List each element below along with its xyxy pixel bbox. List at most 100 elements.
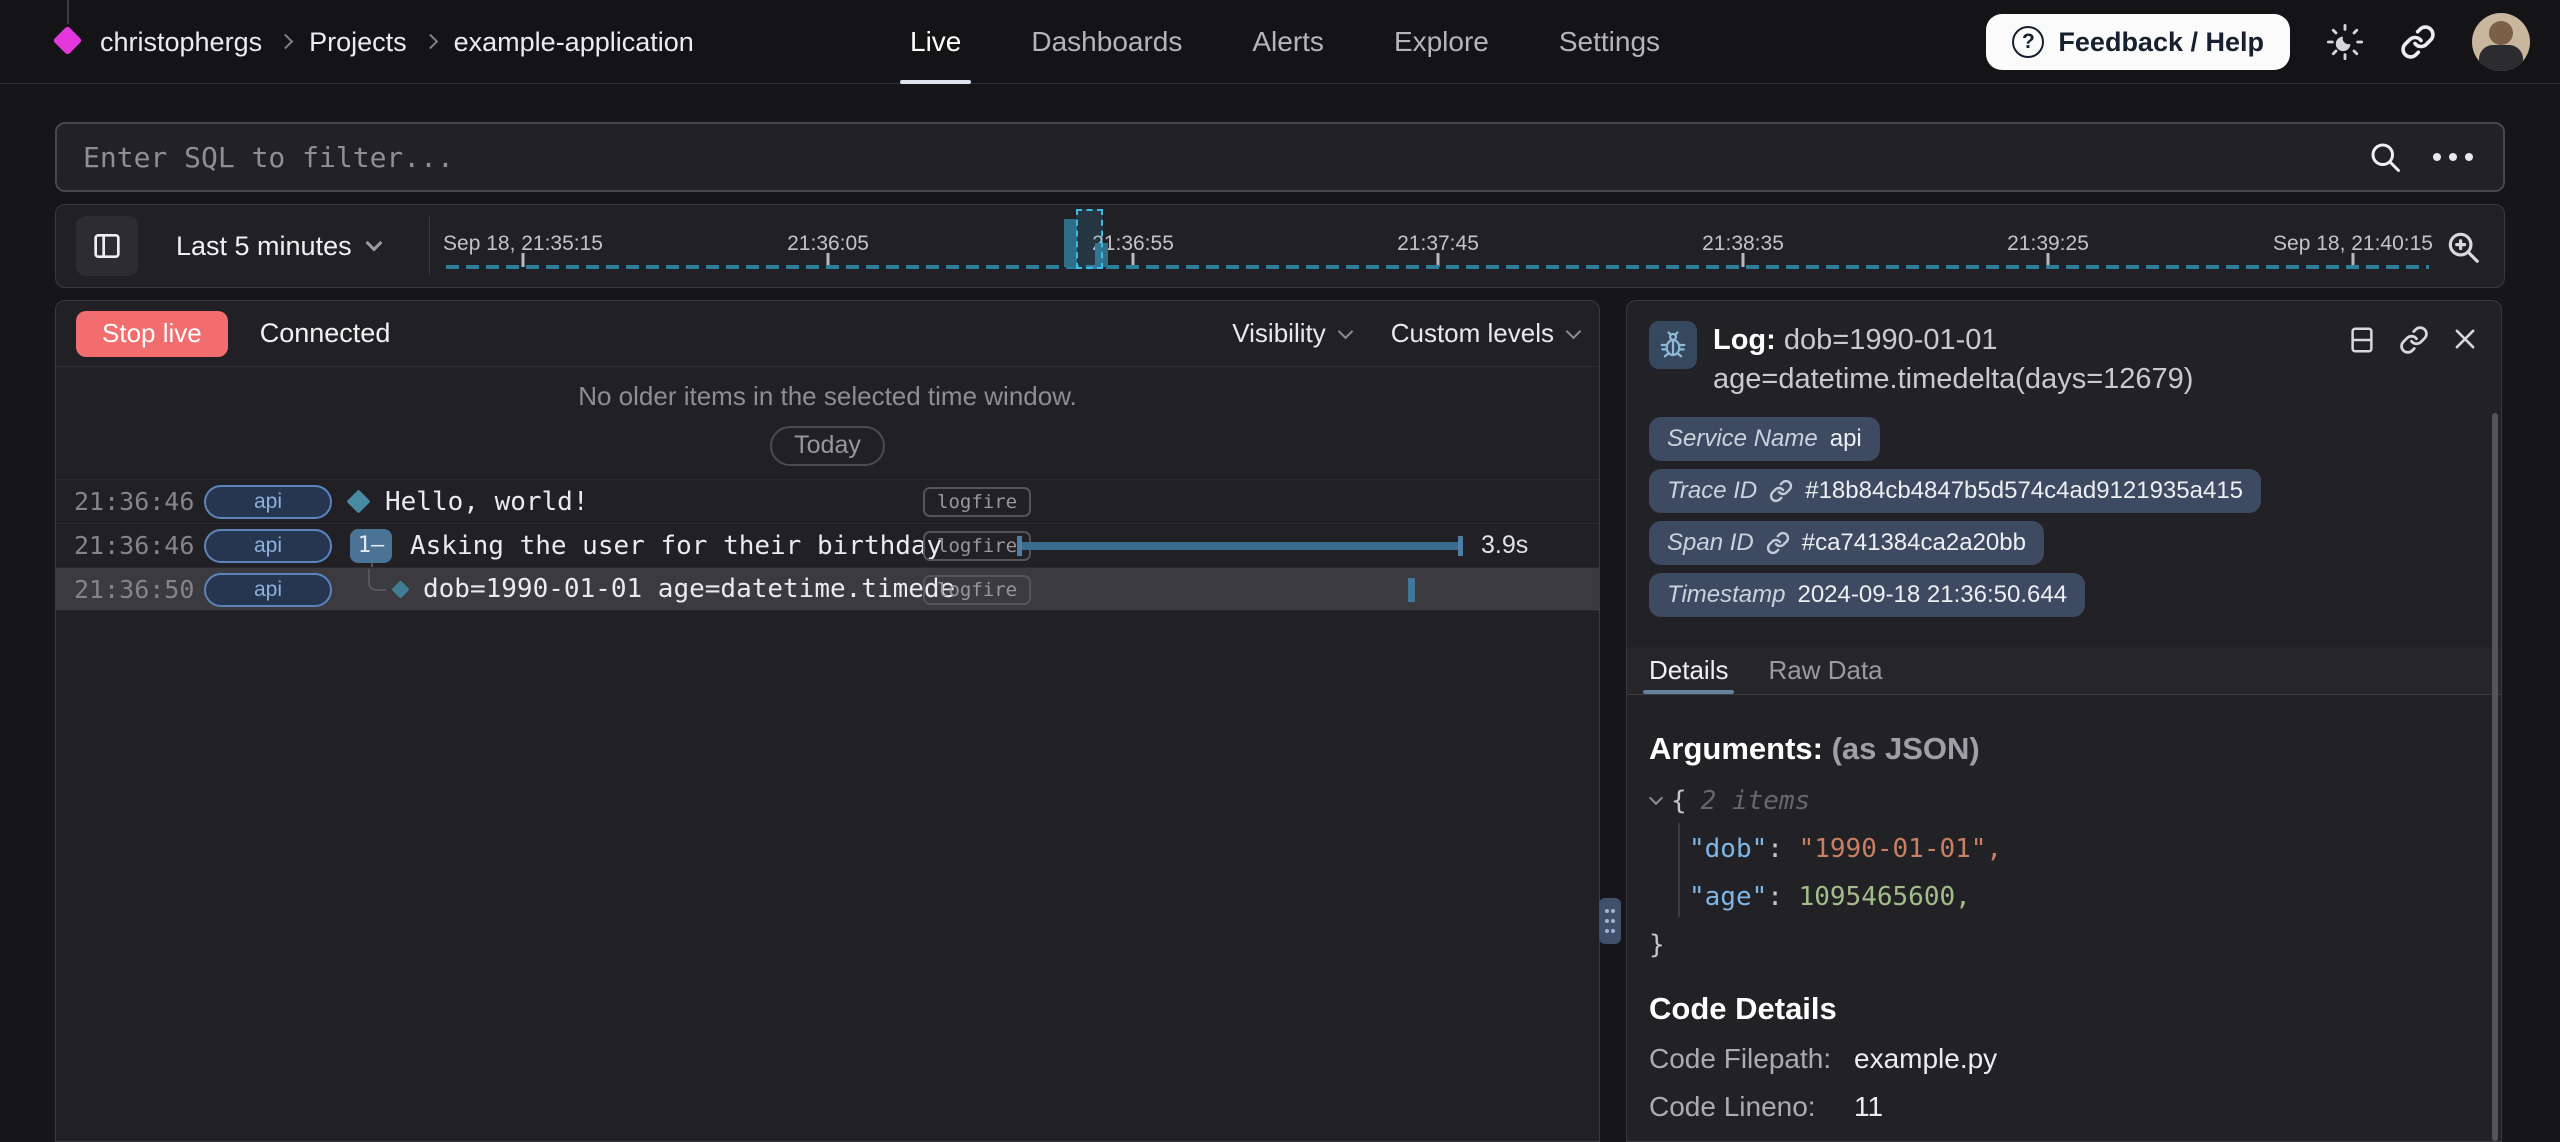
copy-link-button[interactable] xyxy=(2399,325,2429,355)
span-id-pill[interactable]: Span ID #ca741384ca2a20bb xyxy=(1649,521,2044,565)
json-open-line: {2 items xyxy=(1649,777,2479,825)
live-panel-header: Stop live Connected Visibility Custom le… xyxy=(56,301,1599,367)
json-open-brace: { xyxy=(1671,786,1687,816)
log-row-hello-world[interactable]: 21:36:46 api Hello, world! logfire xyxy=(56,479,1599,523)
visibility-dropdown[interactable]: Visibility xyxy=(1232,318,1350,349)
json-close-brace: } xyxy=(1649,930,1665,960)
logfire-tag[interactable]: logfire xyxy=(923,575,1031,605)
collapse-children-badge[interactable]: 1– xyxy=(350,529,392,563)
panel-splitter-grip[interactable] xyxy=(1599,898,1621,944)
close-details-button[interactable] xyxy=(2451,325,2479,353)
breadcrumb-project-name[interactable]: example-application xyxy=(454,27,694,58)
pill-value: api xyxy=(1830,425,1862,453)
details-scrollbar[interactable] xyxy=(2492,413,2498,1141)
code-filepath-value: example.py xyxy=(1854,1043,1997,1075)
custom-levels-label: Custom levels xyxy=(1391,318,1554,349)
timestamp-pill[interactable]: Timestamp 2024-09-18 21:36:50.644 xyxy=(1649,573,2085,617)
collapse-chevron-icon[interactable] xyxy=(1649,791,1663,805)
tab-details[interactable]: Details xyxy=(1649,647,1728,694)
link-icon xyxy=(1769,479,1793,503)
sun-moon-icon xyxy=(2326,23,2364,61)
logfire-tag[interactable]: logfire xyxy=(923,487,1031,517)
divider xyxy=(429,217,430,275)
code-details-heading: Code Details xyxy=(1649,991,2479,1027)
code-filepath-row: Code Filepath: example.py xyxy=(1649,1043,2479,1075)
tab-alerts[interactable]: Alerts xyxy=(1252,0,1324,84)
trace-id-pill[interactable]: Trace ID #18b84cb4847b5d574c4ad9121935a4… xyxy=(1649,469,2261,513)
timeline-track[interactable]: Sep 18, 21:35:15 21:36:05 21:36:55 21:37… xyxy=(441,205,2434,287)
panel-layout-button[interactable] xyxy=(2347,325,2377,355)
logfire-logo-icon[interactable] xyxy=(53,26,83,56)
time-range-dropdown[interactable]: Last 5 minutes xyxy=(176,205,380,287)
log-time: 21:36:46 xyxy=(74,524,194,567)
feedback-help-label: Feedback / Help xyxy=(2058,27,2264,58)
search-button[interactable] xyxy=(2367,139,2403,175)
link-icon xyxy=(1766,531,1790,555)
log-message: Hello, world! xyxy=(385,487,589,517)
top-nav: christophergs Projects example-applicati… xyxy=(0,0,2560,84)
log-diamond-icon xyxy=(391,580,409,598)
sidebar-toggle-button[interactable] xyxy=(76,216,138,276)
log-content: dob=1990-01-01 age=datetime.timede xyxy=(344,568,955,610)
log-row-dob-selected[interactable]: 21:36:50 api dob=1990-01-01 age=datetime… xyxy=(56,567,1599,611)
json-colon: : xyxy=(1767,882,1798,912)
tab-dashboards[interactable]: Dashboards xyxy=(1031,0,1182,84)
breadcrumb: christophergs Projects example-applicati… xyxy=(100,0,694,84)
log-time-marker xyxy=(1408,578,1415,602)
chevron-right-icon xyxy=(422,33,438,49)
link-icon xyxy=(2399,325,2429,355)
user-avatar[interactable] xyxy=(2472,13,2530,71)
custom-levels-dropdown[interactable]: Custom levels xyxy=(1391,318,1579,349)
json-close-line: } xyxy=(1649,921,2479,969)
json-indent-guide xyxy=(1678,823,1680,917)
timeline-zoom-button[interactable] xyxy=(2444,228,2482,266)
share-link-button[interactable] xyxy=(2400,24,2436,60)
log-details-panel: Log: dob=1990-01-01 age=datetime.timedel… xyxy=(1626,300,2502,1142)
sql-filter-input[interactable] xyxy=(57,124,2367,190)
service-badge[interactable]: api xyxy=(204,573,332,607)
json-entry-dob: "dob": "1990-01-01", xyxy=(1649,825,2479,873)
filter-more-options-button[interactable] xyxy=(2433,153,2473,161)
service-name-pill[interactable]: Service Name api xyxy=(1649,417,1880,461)
split-panel-icon xyxy=(2347,325,2377,355)
tab-explore[interactable]: Explore xyxy=(1394,0,1489,84)
json-entry-age: "age": 1095465600, xyxy=(1649,873,2479,921)
log-content: Hello, world! xyxy=(344,480,589,523)
log-diamond-icon xyxy=(346,489,370,513)
tab-live[interactable]: Live xyxy=(910,0,961,84)
logo-wrap xyxy=(56,0,80,84)
empty-window-notice: No older items in the selected time wind… xyxy=(56,367,1599,479)
time-range-bar: Last 5 minutes Sep 18, 21:35:15 21:36:05… xyxy=(55,204,2505,288)
breadcrumb-org[interactable]: christophergs xyxy=(100,27,262,58)
span-row-birthday[interactable]: 21:36:46 api 1– Asking the user for thei… xyxy=(56,523,1599,567)
json-items-note: 2 items xyxy=(1701,786,1811,816)
pill-label: Span ID xyxy=(1667,529,1754,557)
chevron-down-icon xyxy=(1337,324,1353,340)
json-key: "dob" xyxy=(1689,834,1767,864)
pill-label: Service Name xyxy=(1667,425,1818,453)
service-badge[interactable]: api xyxy=(204,529,332,563)
feedback-help-button[interactable]: ? Feedback / Help xyxy=(1986,14,2290,70)
log-level-badge xyxy=(1649,321,1697,369)
stop-live-button[interactable]: Stop live xyxy=(76,311,228,357)
tab-settings[interactable]: Settings xyxy=(1559,0,1660,84)
logfire-tag[interactable]: logfire xyxy=(923,531,1031,561)
theme-toggle-button[interactable] xyxy=(2326,23,2364,61)
code-filepath-label: Code Filepath: xyxy=(1649,1043,1854,1075)
details-header: Log: dob=1990-01-01 age=datetime.timedel… xyxy=(1649,321,2479,399)
nav-tabs: Live Dashboards Alerts Explore Settings xyxy=(910,0,1660,84)
span-duration-bar xyxy=(1017,542,1463,550)
time-range-label: Last 5 minutes xyxy=(176,231,352,262)
details-title: Log: dob=1990-01-01 age=datetime.timedel… xyxy=(1713,321,2313,399)
code-lineno-value: 11 xyxy=(1854,1091,1883,1123)
breadcrumb-projects[interactable]: Projects xyxy=(309,27,407,58)
tab-raw-data[interactable]: Raw Data xyxy=(1768,647,1882,694)
log-message: Asking the user for their birthday xyxy=(410,531,942,561)
tree-connector xyxy=(368,569,386,591)
today-button[interactable]: Today xyxy=(770,426,885,466)
chevron-right-icon xyxy=(278,33,294,49)
timeline-selection-brush[interactable] xyxy=(1076,209,1103,269)
json-colon: : xyxy=(1767,834,1798,864)
service-badge[interactable]: api xyxy=(204,485,332,519)
logo-line xyxy=(67,0,69,24)
